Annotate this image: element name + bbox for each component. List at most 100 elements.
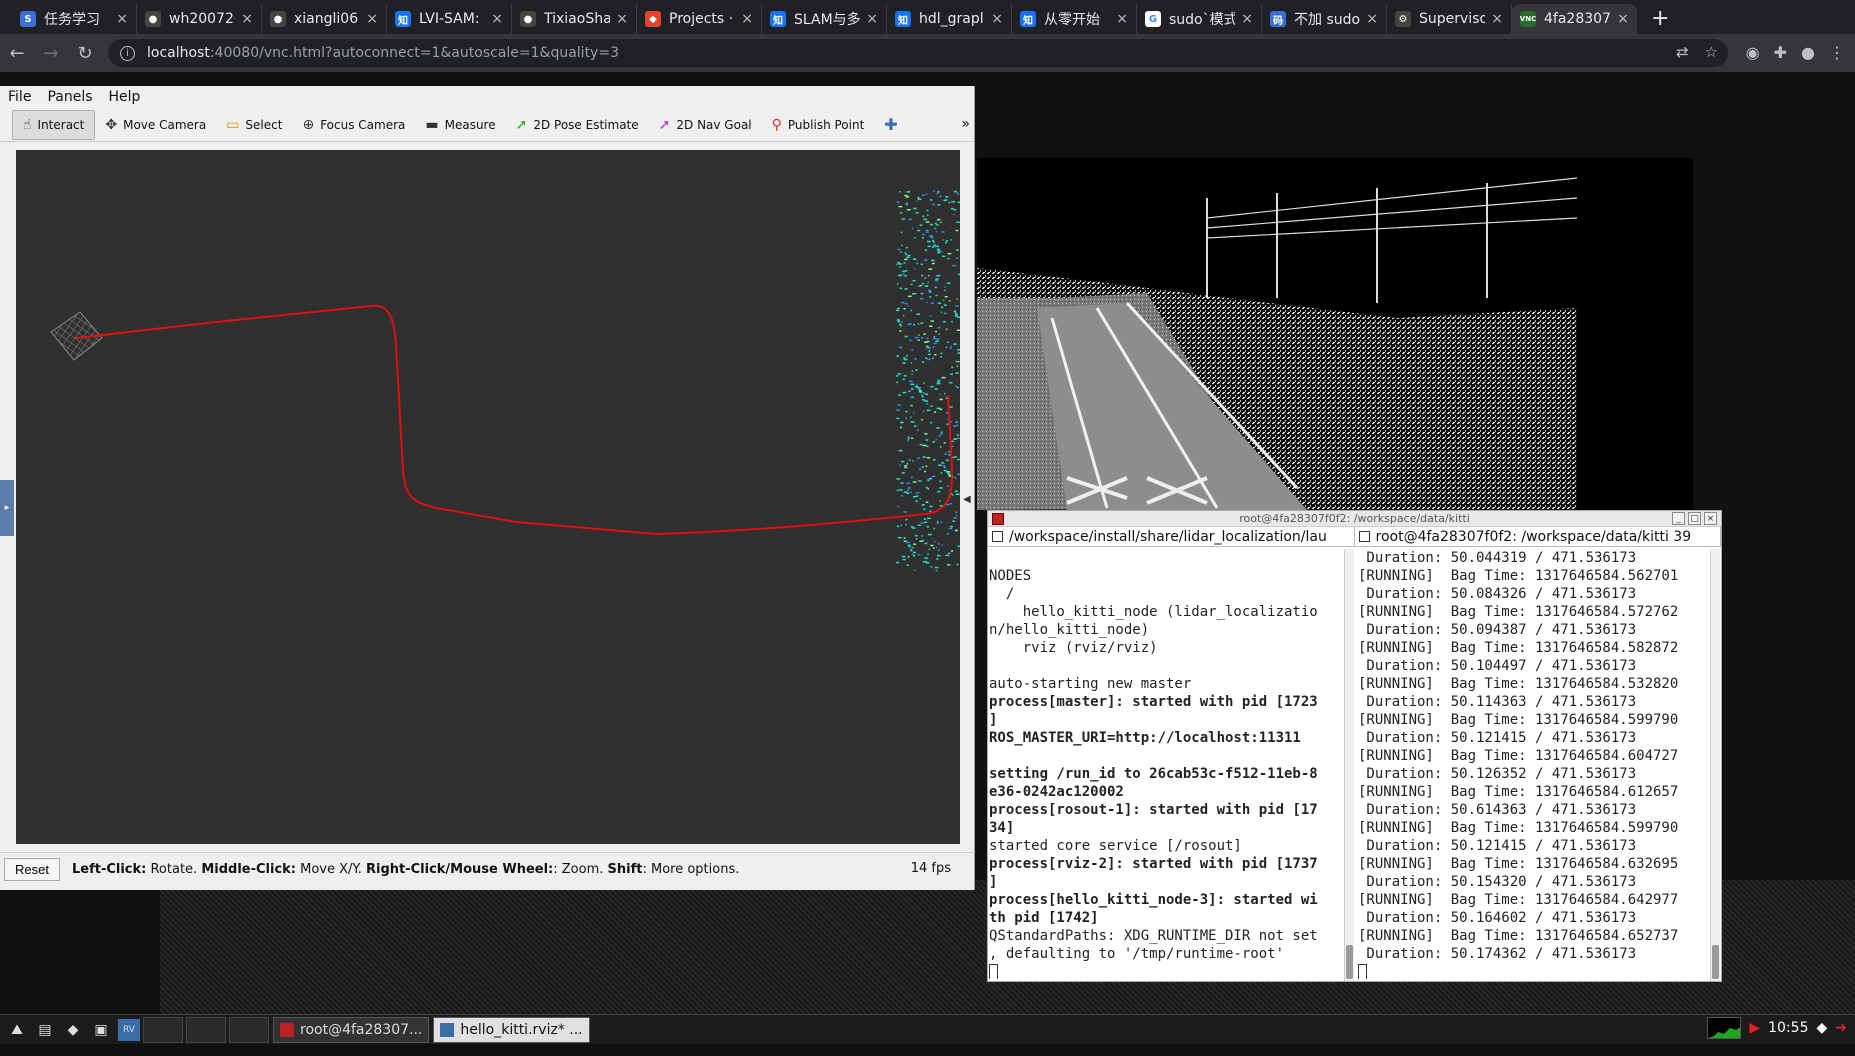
tab-close-icon[interactable]: ×: [1241, 11, 1253, 27]
browser-tab[interactable]: S 任务学习 ×: [12, 4, 137, 34]
tab-close-icon[interactable]: ×: [116, 11, 128, 27]
browser-tab[interactable]: ◆ Projects · ×: [637, 4, 762, 34]
viewport-canvas[interactable]: [16, 150, 962, 844]
bookmark-star-icon[interactable]: ☆: [1705, 43, 1718, 61]
browser-tab[interactable]: Gsudo`模式 ×: [1137, 4, 1262, 34]
tab-close-icon[interactable]: ×: [866, 11, 878, 27]
add-tool-icon[interactable]: ✚: [884, 115, 897, 134]
scrollbar-left[interactable]: [1344, 549, 1354, 981]
cloud-point: [905, 253, 907, 256]
tab-close-icon[interactable]: ×: [1366, 11, 1378, 27]
tray-exit-icon[interactable]: ➜: [1835, 1020, 1847, 1036]
left-dock-handle[interactable]: ▸: [0, 480, 14, 536]
close-icon[interactable]: ×: [1704, 512, 1717, 525]
cloud-point: [939, 195, 942, 198]
tray-diamond-icon[interactable]: ◆: [1816, 1020, 1827, 1036]
flag-icon[interactable]: ▶: [1749, 1020, 1760, 1036]
tab-close-icon[interactable]: ×: [616, 11, 628, 27]
cloud-point: [903, 262, 906, 264]
tab-close-icon[interactable]: ×: [741, 11, 753, 27]
tab-close-icon[interactable]: ×: [991, 11, 1003, 27]
terminal-line: process[rviz-2]: started with pid [1737: [989, 856, 1318, 872]
tool-2d-pose-estimate[interactable]: ➚ 2D Pose Estimate: [506, 110, 649, 140]
workspace-1[interactable]: [143, 1016, 183, 1043]
browser-tab[interactable]: 知 SLAM与多 ×: [762, 4, 887, 34]
back-arrow-icon[interactable]: ←: [0, 43, 34, 64]
cloud-point: [955, 493, 960, 495]
browser-tab[interactable]: VNC 4fa28307 ×: [1512, 4, 1637, 34]
minimize-icon[interactable]: _: [1672, 512, 1685, 525]
tab-close-icon[interactable]: ×: [366, 11, 378, 27]
browser-tab[interactable]: ● xiangli06 ×: [262, 4, 387, 34]
terminal-tab-left[interactable]: /workspace/install/share/lidar_localizat…: [988, 527, 1355, 546]
cloud-point: [901, 218, 906, 220]
translate-icon[interactable]: ⇄: [1676, 43, 1689, 61]
terminal-line: /: [989, 586, 1015, 602]
browser-tab[interactable]: ⚙ Superviso ×: [1387, 4, 1512, 34]
browser-tab[interactable]: ● wh200720 ×: [137, 4, 262, 34]
menu-panels[interactable]: Panels: [47, 89, 92, 105]
tab-close-icon[interactable]: ×: [1116, 11, 1128, 27]
windows-icon[interactable]: ▣: [90, 1019, 112, 1041]
scrollbar-right[interactable]: [1710, 549, 1720, 981]
cloud-point: [938, 464, 942, 466]
address-bar[interactable]: i localhost:40080/vnc.html?autoconnect=1…: [108, 39, 1728, 67]
browser-tab[interactable]: 知 LVI-SAM: ×: [387, 4, 512, 34]
workspace-3[interactable]: [229, 1016, 269, 1043]
cloud-point: [941, 376, 946, 379]
terminal-line: Duration: 50.164602 / 471.536173: [1358, 910, 1637, 926]
right-dock-collapse-icon[interactable]: ◀: [963, 494, 971, 505]
taskbar-task[interactable]: root@4fa28307...: [273, 1016, 430, 1043]
taskbar-task[interactable]: hello_kitti.rviz* ...: [433, 1016, 590, 1043]
cloud-point: [905, 270, 908, 272]
app-launcher-icon[interactable]: ◆: [62, 1019, 84, 1041]
cloud-point: [926, 409, 931, 412]
browser-tab[interactable]: 知 hdl_grapl ×: [887, 4, 1012, 34]
cloud-point: [917, 429, 919, 432]
cloud-point: [897, 536, 902, 539]
menu-help[interactable]: Help: [109, 89, 141, 105]
tool-interact[interactable]: ☝ Interact: [12, 109, 96, 140]
cloud-point: [905, 196, 910, 198]
reload-icon[interactable]: ↻: [68, 43, 102, 64]
terminal-pane-right[interactable]: Duration: 50.044319 / 471.536173 [RUNNING…: [1356, 549, 1706, 979]
extension-circle-icon[interactable]: ◉: [1746, 43, 1760, 62]
tool-move-camera[interactable]: ✥ Move Camera: [95, 110, 216, 140]
cloud-point: [932, 337, 937, 340]
tab-close-icon[interactable]: ×: [1491, 11, 1503, 27]
extensions-puzzle-icon[interactable]: ✚: [1774, 43, 1787, 62]
cloud-point: [905, 523, 907, 526]
tab-close-icon[interactable]: ×: [1617, 11, 1629, 27]
rviz-launcher-icon[interactable]: RV: [118, 1018, 140, 1041]
terminal-tab-right[interactable]: root@4fa28307f0f2: /workspace/data/kitti…: [1355, 527, 1721, 546]
cloud-point: [955, 455, 957, 458]
cloud-point: [949, 406, 952, 408]
site-info-icon[interactable]: i: [120, 45, 135, 61]
file-manager-icon[interactable]: ▤: [34, 1019, 56, 1041]
cloud-point: [926, 345, 929, 348]
start-menu-icon[interactable]: ⛰: [6, 1019, 28, 1041]
profile-avatar-icon[interactable]: ●: [1801, 43, 1815, 62]
cloud-point: [947, 252, 952, 255]
tool-select[interactable]: ▭ Select: [216, 110, 292, 140]
tool-focus-camera[interactable]: ⊕ Focus Camera: [292, 110, 415, 140]
browser-tab[interactable]: 知从零开始 ×: [1012, 4, 1137, 34]
tool-measure[interactable]: ▬ Measure: [415, 110, 505, 140]
workspace-2[interactable]: [186, 1016, 226, 1043]
tool-2d-nav-goal[interactable]: ➚ 2D Nav Goal: [649, 110, 762, 140]
rviz-3d-viewport[interactable]: [16, 150, 962, 844]
tab-close-icon[interactable]: ×: [241, 11, 253, 27]
browser-tab[interactable]: ● TixiaoSha ×: [512, 4, 637, 34]
cloud-point: [924, 557, 929, 559]
maximize-icon[interactable]: □: [1688, 512, 1701, 525]
browser-menu-icon[interactable]: ⋮: [1829, 43, 1845, 62]
reset-button[interactable]: Reset: [4, 858, 60, 881]
menu-file[interactable]: File: [8, 89, 31, 105]
terminal-pane-left[interactable]: NODES / hello_kitti_node (lidar_localiza…: [988, 549, 1344, 979]
browser-tab[interactable]: 码不加 sudo ×: [1262, 4, 1387, 34]
tool-publish-point[interactable]: ⚲ Publish Point: [762, 110, 875, 140]
new-tab-button[interactable]: +: [1637, 4, 1683, 34]
toolbar-overflow-icon[interactable]: »: [961, 116, 970, 132]
forward-arrow-icon[interactable]: →: [34, 43, 68, 64]
tab-close-icon[interactable]: ×: [491, 11, 503, 27]
